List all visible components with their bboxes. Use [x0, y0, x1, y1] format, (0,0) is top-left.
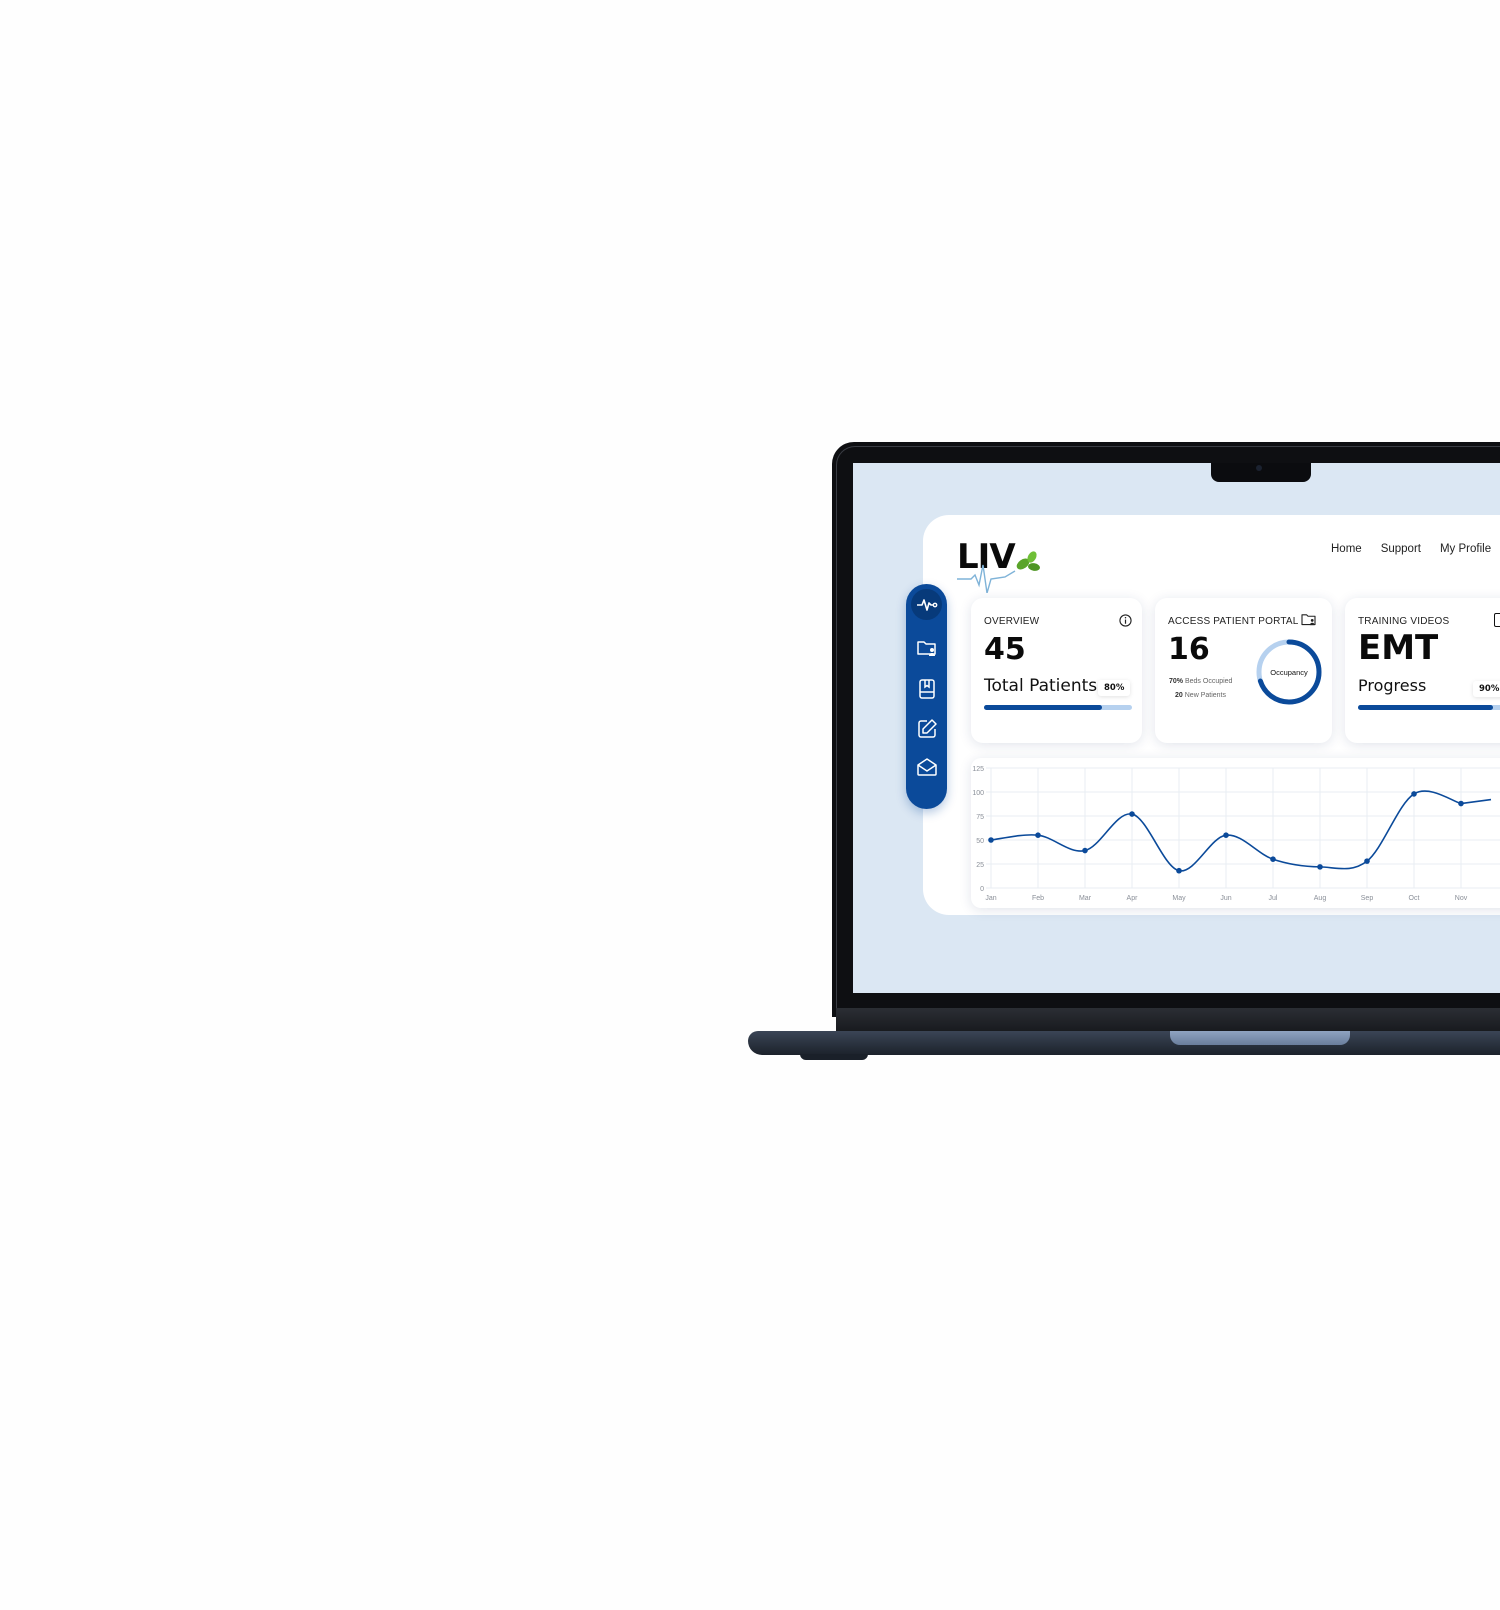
portal-value: 16	[1168, 632, 1210, 667]
new-patients-label: New Patients	[1184, 692, 1226, 699]
training-percent: 90%	[1473, 681, 1500, 697]
nav-my-profile[interactable]: My Profile	[1440, 543, 1491, 555]
laptop-screen: LIV Home Support My Profile OVERVIEW 45 …	[853, 463, 1500, 993]
occupancy-donut: Occupancy	[1256, 639, 1322, 705]
x-tick-label: Nov	[1455, 895, 1468, 902]
x-tick-label: Feb	[1032, 895, 1044, 902]
beds-occupied-label: Beds Occupied	[1184, 678, 1233, 685]
data-point	[1223, 832, 1229, 838]
overview-card[interactable]: OVERVIEW 45 Total Patients 80%	[971, 598, 1142, 743]
sidebar-item-vitals[interactable]	[911, 589, 942, 620]
portal-title: ACCESS PATIENT PORTAL	[1168, 616, 1299, 627]
data-point	[1129, 811, 1135, 817]
heartbeat-icon	[916, 598, 937, 611]
training-progress-bar	[1358, 705, 1500, 710]
data-point	[1364, 858, 1370, 864]
sidebar-item-notes[interactable]	[911, 713, 942, 744]
laptop-base	[748, 1031, 1500, 1055]
data-point	[1270, 856, 1276, 862]
nav-support[interactable]: Support	[1381, 543, 1421, 555]
book-icon	[918, 678, 935, 699]
data-point	[1082, 847, 1088, 854]
training-progress-fill	[1358, 705, 1493, 710]
x-tick-label: Apr	[1127, 895, 1139, 902]
logo-mark	[957, 551, 1040, 593]
laptop-foot	[800, 1054, 868, 1060]
x-tick-label: Jul	[1269, 895, 1278, 902]
edit-icon	[917, 718, 937, 738]
x-tick-label: Aug	[1314, 895, 1327, 902]
patient-folder-icon[interactable]	[1301, 613, 1316, 626]
x-tick-label: Jun	[1220, 895, 1231, 902]
data-point	[1176, 867, 1182, 874]
top-navigation: Home Support My Profile	[1331, 543, 1491, 555]
nav-home[interactable]: Home	[1331, 543, 1362, 555]
camera-icon	[1256, 465, 1262, 471]
x-tick-label: Oct	[1409, 895, 1420, 902]
training-progress-label: Progress	[1358, 676, 1427, 695]
data-point	[1411, 791, 1417, 797]
sidebar-item-messages[interactable]	[911, 751, 942, 782]
patient-folder-icon	[916, 640, 936, 656]
total-patients-label: Total Patients	[984, 676, 1098, 696]
laptop-opening-notch	[1170, 1031, 1350, 1045]
data-point	[1458, 800, 1464, 807]
video-icon[interactable]	[1494, 613, 1500, 627]
liv-logo[interactable]: LIV	[957, 537, 1047, 593]
overview-percent: 80%	[1098, 680, 1131, 696]
total-patients-value: 45	[984, 632, 1026, 667]
overview-title: OVERVIEW	[984, 616, 1040, 627]
sidebar	[906, 584, 947, 809]
beds-occupied-value: 70%	[1169, 678, 1184, 685]
y-tick-label: 75	[976, 814, 984, 821]
mail-icon	[916, 757, 937, 776]
series-line	[990, 790, 1492, 872]
patient-portal-card[interactable]: ACCESS PATIENT PORTAL 16 70% Beds Occupi…	[1155, 598, 1332, 743]
data-point	[1317, 864, 1323, 870]
x-tick-label: Sep	[1361, 895, 1374, 902]
new-patients-value: 20	[1175, 692, 1183, 699]
sidebar-item-training[interactable]	[911, 673, 942, 704]
chart-canvas: 0 25 50 75 100 125 Jan Feb Mar Apr May Jun Jul Aug Sep…	[972, 766, 1500, 902]
training-value: EMT	[1358, 628, 1439, 668]
data-point	[1035, 832, 1041, 838]
beds-occupied-row: 70% Beds Occupied	[1169, 678, 1232, 685]
x-tick-label: Mar	[1079, 895, 1092, 902]
sidebar-item-patients[interactable]	[911, 632, 942, 663]
data-point	[988, 837, 994, 843]
training-title: TRAINING VIDEOS	[1358, 616, 1450, 627]
overview-progress-fill	[984, 705, 1103, 710]
y-tick-label: 100	[972, 790, 984, 797]
overview-progress-bar	[984, 705, 1132, 710]
training-videos-card[interactable]: TRAINING VIDEOS EMT Progress 90%	[1345, 598, 1500, 743]
x-tick-label: May	[1172, 895, 1186, 902]
patients-line-chart: 0 25 50 75 100 125 Jan Feb Mar Apr May Jun Jul Aug Sep…	[971, 758, 1500, 908]
y-tick-label: 0	[980, 886, 984, 893]
info-icon[interactable]	[1119, 614, 1132, 627]
y-tick-label: 25	[976, 862, 984, 869]
x-tick-label: Jan	[985, 895, 996, 902]
y-tick-label: 50	[976, 838, 984, 845]
occupancy-label: Occupancy	[1270, 668, 1308, 677]
y-tick-label: 125	[972, 766, 984, 773]
new-patients-row: 20 New Patients	[1175, 692, 1226, 699]
